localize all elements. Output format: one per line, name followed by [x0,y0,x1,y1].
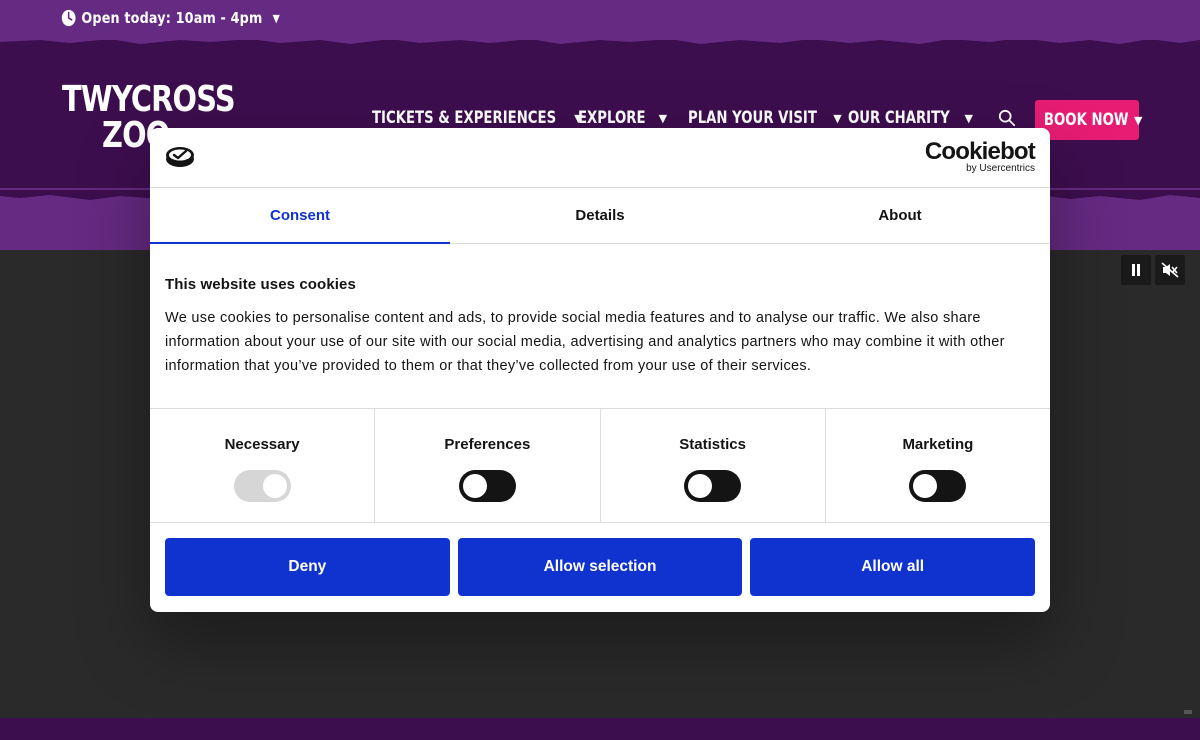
nav-item-label: EXPLORE [578,108,646,128]
category-label: Marketing [902,436,974,453]
dialog-description: We use cookies to personalise content an… [165,310,1005,374]
allow-selection-button[interactable]: Allow selection [457,538,743,596]
dialog-header: Cookiebot by Usercentrics [150,128,1050,188]
marketing-toggle[interactable] [909,470,967,502]
cookie-consent-dialog: Cookiebot by Usercentrics Consent Detail… [150,128,1050,612]
chevron-down-icon: ▼ [272,11,280,25]
statistics-toggle[interactable] [684,470,742,502]
chevron-down-icon: ▼ [1133,113,1143,127]
main-nav: TICKETS & EXPERIENCES ▼ EXPLORE ▼ PLAN Y… [372,108,1038,128]
search-icon[interactable] [998,109,1016,127]
allow-all-button[interactable]: Allow all [750,538,1036,596]
nav-explore[interactable]: EXPLORE ▼ [578,108,667,128]
nav-item-label: TICKETS & EXPERIENCES [372,108,557,128]
nav-our-charity[interactable]: OUR CHARITY ▼ [848,108,973,128]
category-label: Preferences [444,436,531,453]
nav-item-label: PLAN YOUR VISIT [688,108,817,128]
book-now-label: BOOK NOW [1043,110,1129,130]
opening-hours-text: Open today: 10am - 4pm [81,9,263,27]
logo-line-1: TWYCROSS [62,79,236,120]
toggle-knob [913,474,938,498]
tab-details[interactable]: Details [450,188,750,243]
dialog-tabs: Consent Details About [150,188,1050,244]
category-label: Statistics [679,436,746,453]
category-marketing: Marketing [826,409,1050,522]
torn-edge-top [0,34,1200,44]
category-statistics: Statistics [601,409,826,522]
dialog-title: This website uses cookies [165,276,356,293]
nav-item-label: OUR CHARITY [848,108,950,128]
toggle-knob [688,474,713,498]
active-tab-indicator [150,242,450,244]
chevron-down-icon: ▼ [833,111,842,125]
tab-about[interactable]: About [750,188,1050,243]
consent-categories: Necessary Preferences Statistics Marketi… [150,409,1050,523]
video-mute-button[interactable] [1155,255,1185,285]
footer-stripe [0,718,1200,740]
video-pause-button[interactable] [1121,255,1151,285]
chevron-down-icon: ▼ [964,111,973,125]
pause-icon [1132,264,1140,276]
category-label: Necessary [224,436,300,453]
chevron-down-icon: ▼ [658,111,668,125]
toggle-knob [462,474,487,498]
cookiebot-logo[interactable]: Cookiebot by Usercentrics [924,138,1036,175]
category-preferences: Preferences [375,409,601,522]
category-necessary: Necessary [150,409,376,522]
dialog-buttons: Deny Allow selection Allow all [150,523,1050,611]
dialog-body: This website uses cookies We use cookies… [150,244,1050,409]
deny-button[interactable]: Deny [165,538,450,596]
preferences-toggle[interactable] [458,470,516,502]
mute-icon [1161,262,1179,278]
nav-plan-your-visit[interactable]: PLAN YOUR VISIT ▼ [688,108,842,128]
cookie-logo-icon [166,147,194,167]
nav-tickets-experiences[interactable]: TICKETS & EXPERIENCES ▼ [372,108,583,128]
recaptcha-badge[interactable] [1184,710,1192,714]
necessary-toggle [233,470,291,502]
clock-icon [61,9,76,27]
cookiebot-brand: Cookiebot [924,138,1036,165]
toggle-knob [262,474,287,498]
opening-hours-toggle[interactable]: Open today: 10am - 4pm ▼ [61,9,280,27]
book-now-button[interactable]: BOOK NOW ▼ [1035,100,1143,140]
tab-consent[interactable]: Consent [150,188,450,243]
